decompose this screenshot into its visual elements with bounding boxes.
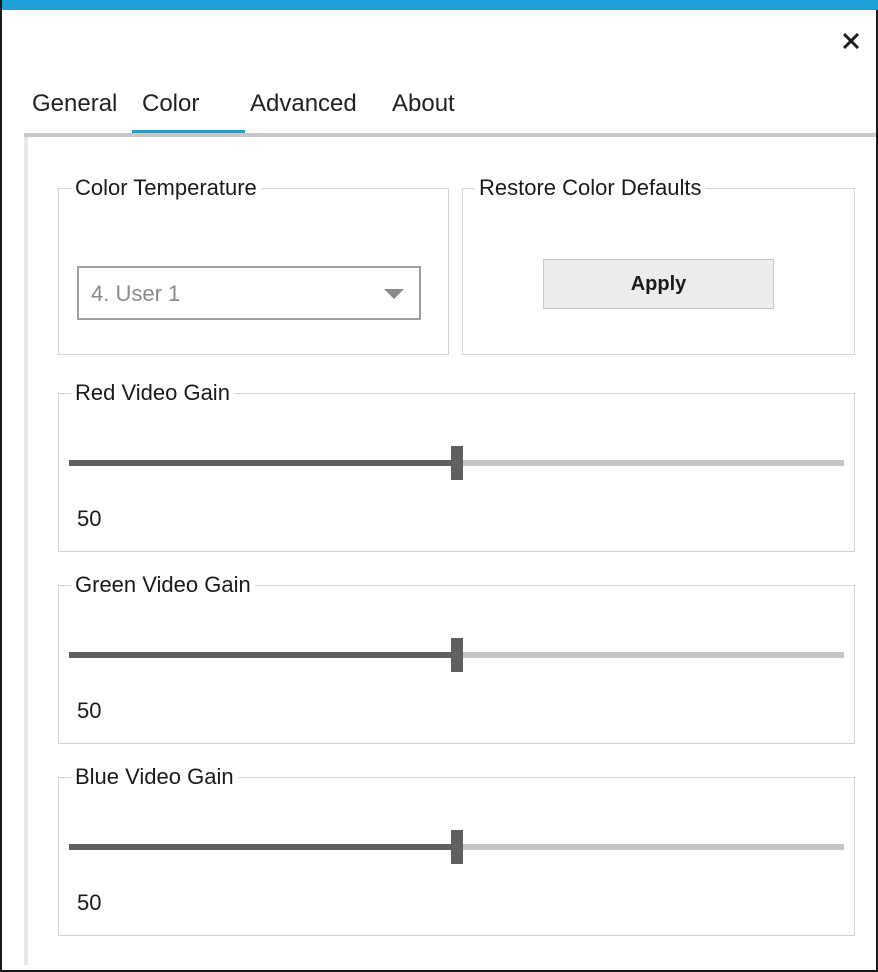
close-icon [842, 32, 860, 50]
color-temperature-title: Color Temperature [75, 175, 257, 200]
red-slider-thumb[interactable] [451, 446, 463, 480]
color-temperature-dropdown[interactable]: 4. User 1 [77, 266, 421, 320]
green-slider-fill [69, 652, 457, 658]
red-video-gain-slider[interactable] [69, 446, 844, 480]
restore-color-defaults-group: Restore Color Defaults Apply [462, 175, 855, 355]
color-tab-panel: Color Temperature 4. User 1 Restore Colo… [24, 137, 876, 965]
color-temperature-group: Color Temperature 4. User 1 [58, 175, 449, 355]
chevron-down-icon [384, 289, 404, 299]
blue-video-gain-slider[interactable] [69, 830, 844, 864]
blue-video-gain-title: Blue Video Gain [75, 764, 234, 789]
red-video-gain-value: 50 [77, 506, 102, 531]
red-slider-fill [69, 460, 457, 466]
blue-slider-thumb[interactable] [451, 830, 463, 864]
green-video-gain-slider[interactable] [69, 638, 844, 672]
color-temperature-selected-value: 4. User 1 [91, 281, 181, 306]
green-video-gain-group: Green Video Gain 50 [58, 572, 855, 744]
green-video-gain-value: 50 [77, 698, 102, 723]
green-slider-thumb[interactable] [451, 638, 463, 672]
blue-slider-fill [69, 844, 457, 850]
red-video-gain-group: Red Video Gain 50 [58, 380, 855, 552]
green-video-gain-title: Green Video Gain [75, 572, 251, 597]
close-button[interactable] [838, 28, 864, 54]
blue-video-gain-group: Blue Video Gain 50 [58, 764, 855, 936]
tab-bar: General Color Advanced About [24, 80, 878, 136]
tab-about[interactable]: About [392, 90, 455, 118]
red-video-gain-title: Red Video Gain [75, 380, 230, 405]
tab-color[interactable]: Color [142, 90, 199, 118]
apply-button[interactable]: Apply [543, 259, 774, 309]
settings-window: General Color Advanced About Color Tempe… [0, 0, 878, 972]
tab-advanced[interactable]: Advanced [250, 90, 357, 118]
tab-general[interactable]: General [32, 90, 117, 118]
window-accent-bar [2, 0, 878, 10]
restore-color-defaults-title: Restore Color Defaults [479, 175, 702, 200]
blue-video-gain-value: 50 [77, 890, 102, 915]
